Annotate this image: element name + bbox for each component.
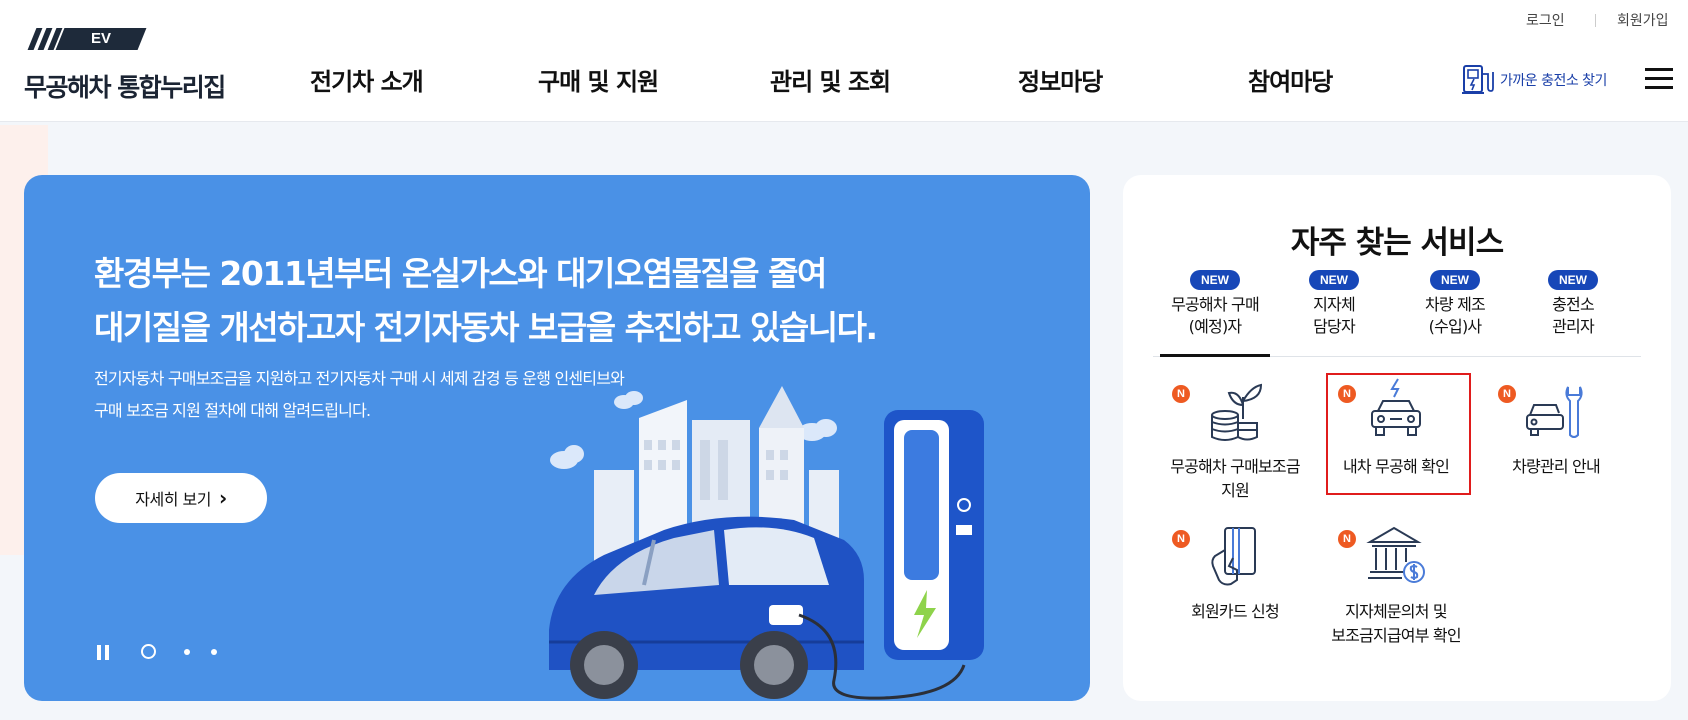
highlight-box — [1326, 373, 1471, 495]
ev-charging-illustration — [549, 386, 984, 700]
card-hand-icon — [1211, 527, 1256, 586]
tab-label: 무공해차 구매 (예정)자 — [1156, 294, 1274, 338]
car-wrench-icon — [1526, 386, 1583, 438]
util-divider — [1595, 14, 1596, 27]
tab-label-line: (예정)자 — [1188, 317, 1242, 336]
coins-plant-icon — [1211, 383, 1263, 441]
nav-management[interactable]: 관리 및 조회 — [770, 62, 891, 97]
tab-label-line: 담당자 — [1313, 317, 1356, 336]
new-badge: NEW — [1190, 270, 1240, 290]
service-label-line: 무공해차 구매보조금 — [1170, 457, 1300, 476]
new-badge: NEW — [1430, 270, 1480, 290]
charger-station-icon — [1462, 65, 1494, 94]
tab-label-line: 차량 제조 — [1425, 295, 1486, 314]
new-badge: NEW — [1548, 270, 1598, 290]
service-label: 차량관리 안내 — [1512, 457, 1601, 476]
bank-dollar-icon — [1366, 526, 1425, 583]
hero-title: 환경부는 2011년부터 온실가스와 대기오염물질을 줄여 대기질을 개선하고자… — [94, 247, 878, 355]
nearby-charger-label: 가까운 충전소 찾기 — [1500, 73, 1607, 89]
logo-badge: EV — [55, 28, 147, 50]
service-vehicle-management[interactable]: N 차량관리 안내 — [1476, 375, 1636, 479]
service-local-inquiry[interactable]: N 지자체문의처 및 보조금지급여부 확인 — [1316, 520, 1476, 648]
slide-indicator-active[interactable] — [141, 644, 156, 659]
service-label-line: 지자체문의처 및 — [1345, 602, 1448, 621]
n-badge: N — [1172, 530, 1190, 548]
pause-icon[interactable] — [95, 643, 113, 661]
nav-ev-intro[interactable]: 전기차 소개 — [310, 62, 424, 97]
tab-label-line: (수입)사 — [1428, 317, 1482, 336]
tab-label-line: 충전소 — [1552, 295, 1595, 314]
menu-icon[interactable] — [1645, 68, 1673, 90]
tab-purchaser[interactable]: NEW 무공해차 구매 (예정)자 — [1156, 269, 1274, 338]
service-subsidy[interactable]: N 무공해차 구매보조금 지원 — [1155, 375, 1315, 503]
n-badge: N — [1172, 385, 1190, 403]
slide-indicator[interactable] — [211, 649, 217, 655]
hero-title-line2: 대기질을 개선하고자 전기자동차 보급을 추진하고 있습니다. — [94, 308, 878, 347]
more-button-label: 자세히 보기 — [135, 490, 211, 509]
nearby-charger-button[interactable]: 가까운 충전소 찾기 — [1462, 64, 1607, 96]
service-label: 지자체문의처 및 보조금지급여부 확인 — [1316, 600, 1476, 648]
new-badge: NEW — [1309, 270, 1359, 290]
tab-manufacturer[interactable]: NEW 차량 제조 (수입)사 — [1396, 269, 1514, 338]
service-label: 회원카드 신청 — [1191, 602, 1280, 621]
login-link[interactable]: 로그인 — [1526, 10, 1565, 30]
nav-participation[interactable]: 참여마당 — [1248, 62, 1333, 97]
more-button[interactable]: 자세히 보기 › — [95, 473, 267, 523]
nav-purchase-support[interactable]: 구매 및 지원 — [538, 62, 659, 97]
n-badge: N — [1338, 530, 1356, 548]
signup-link[interactable]: 회원가입 — [1617, 10, 1669, 30]
tab-label-line: 관리자 — [1552, 317, 1595, 336]
tab-label: 충전소 관리자 — [1514, 294, 1632, 338]
service-member-card[interactable]: N 회원카드 신청 — [1155, 520, 1315, 624]
service-label: 무공해차 구매보조금 지원 — [1155, 455, 1315, 503]
tab-label-line: 무공해차 구매 — [1171, 295, 1260, 314]
logo-name: 무공해차 통합누리집 — [24, 73, 226, 102]
logo-badge-text: EV — [90, 30, 111, 47]
site-logo[interactable]: EV 무공해차 통합누리집 — [24, 26, 226, 106]
tab-label-line: 지자체 — [1313, 295, 1356, 314]
tab-local-government[interactable]: NEW 지자체 담당자 — [1275, 269, 1393, 338]
tab-active-indicator — [1160, 354, 1270, 357]
tab-label: 지자체 담당자 — [1275, 294, 1393, 338]
n-badge: N — [1498, 385, 1516, 403]
hero-banner: 환경부는 2011년부터 온실가스와 대기오염물질을 줄여 대기질을 개선하고자… — [24, 175, 1090, 701]
service-label-line: 보조금지급여부 확인 — [1331, 626, 1461, 645]
hero-title-line1: 환경부는 2011년부터 온실가스와 대기오염물질을 줄여 — [94, 254, 827, 293]
chevron-right-icon: › — [218, 486, 227, 510]
site-header: EV 무공해차 통합누리집 전기차 소개 구매 및 지원 관리 및 조회 정보마… — [0, 0, 1688, 122]
slide-indicator[interactable] — [184, 649, 190, 655]
services-title: 자주 찾는 서비스 — [1290, 225, 1504, 261]
tab-charger-manager[interactable]: NEW 충전소 관리자 — [1514, 269, 1632, 338]
tab-label: 차량 제조 (수입)사 — [1396, 294, 1514, 338]
nav-info[interactable]: 정보마당 — [1018, 62, 1103, 97]
service-label-line: 지원 — [1221, 481, 1250, 500]
